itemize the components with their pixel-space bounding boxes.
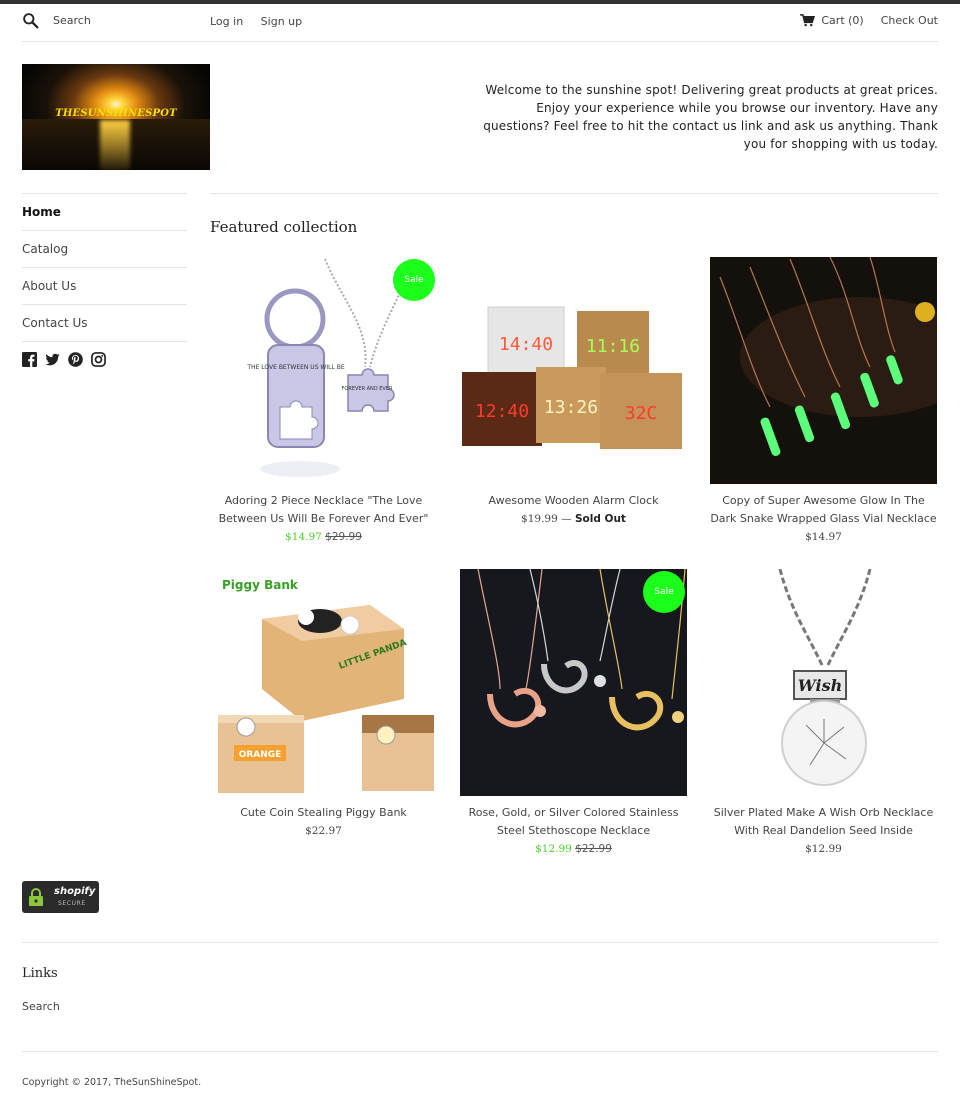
sidebar-item-home[interactable]: Home: [22, 194, 187, 231]
search-icon[interactable]: [22, 12, 39, 29]
footer-search-link[interactable]: Search: [22, 1000, 60, 1013]
product-image[interactable]: THE LOVE BETWEEN US WILL BE FOREVER AND …: [210, 257, 437, 484]
product-image[interactable]: Sale: [460, 569, 687, 796]
compare-price: $29.99: [325, 531, 362, 543]
instagram-icon[interactable]: [91, 352, 106, 367]
product-card[interactable]: THE LOVE BETWEEN US WILL BE FOREVER AND …: [210, 257, 437, 546]
lock-icon: [29, 888, 43, 906]
sidebar-nav: Home Catalog About Us Contact Us: [22, 193, 187, 342]
puzzle-engraving: FOREVER AND EVER: [342, 386, 393, 392]
product-card[interactable]: Sale Rose, Gold, or Silver Colored Stain…: [460, 569, 687, 858]
svg-text:Piggy Bank: Piggy Bank: [222, 578, 299, 592]
checkout-link[interactable]: Check Out: [881, 14, 938, 27]
sale-price: $12.99: [535, 843, 572, 855]
wooden-clock-image: 14:40 11:16 12:40 13:26 32C: [462, 306, 682, 449]
footer-divider: [22, 1051, 938, 1052]
pinterest-icon[interactable]: [68, 352, 83, 367]
sale-price: $14.97: [285, 531, 322, 543]
logo-sun-reflection: [100, 120, 130, 170]
product-price: $19.99 — Sold Out: [460, 510, 687, 528]
sale-badge: Sale: [393, 259, 435, 301]
facebook-icon[interactable]: [22, 352, 37, 367]
sold-out-label: Sold Out: [574, 513, 626, 525]
featured-collection-title: Featured collection: [210, 218, 358, 236]
content-divider: [210, 193, 938, 194]
search-form: [22, 12, 183, 29]
sale-badge: Sale: [643, 571, 685, 613]
piggy-bank-image: Piggy Bank LITTLE PANDA ORANGE: [218, 578, 434, 793]
sidebar-item-catalog[interactable]: Catalog: [22, 231, 187, 268]
shopify-brand: shopify: [54, 886, 96, 897]
product-title[interactable]: Adoring 2 Piece Necklace "The Love Betwe…: [210, 492, 437, 528]
price-separator: —: [561, 513, 572, 525]
copyright: Copyright © 2017, TheSunShineSpot.: [22, 1077, 202, 1088]
twitter-icon[interactable]: [45, 352, 60, 367]
product-price: $14.97: [710, 528, 937, 546]
product-card[interactable]: Wish Silver Plated Make A Wish Orb Neckl…: [710, 569, 937, 858]
product-title[interactable]: Silver Plated Make A Wish Orb Necklace W…: [710, 804, 937, 840]
login-link[interactable]: Log in: [210, 15, 243, 28]
regular-price: $12.99: [805, 843, 842, 855]
sidebar-item-contact-us[interactable]: Contact Us: [22, 305, 187, 342]
product-card[interactable]: 14:40 11:16 12:40 13:26 32C Awesome Wood…: [460, 257, 687, 528]
cart-icon: [800, 14, 816, 27]
regular-price: $22.97: [305, 825, 342, 837]
svg-text:32C: 32C: [625, 403, 658, 424]
cart-label: Cart (0): [821, 14, 864, 27]
svg-text:Wish: Wish: [798, 676, 842, 695]
svg-text:ORANGE: ORANGE: [239, 750, 282, 760]
product-image[interactable]: Piggy Bank LITTLE PANDA ORANGE: [210, 569, 437, 796]
glow-vial-image: [710, 257, 937, 484]
product-title[interactable]: Awesome Wooden Alarm Clock: [460, 492, 687, 510]
secure-label: SECURE: [58, 900, 86, 907]
product-price: $22.97: [210, 822, 437, 840]
regular-price: $14.97: [805, 531, 842, 543]
svg-text:13:26: 13:26: [544, 397, 598, 418]
keychain-engraving: THE LOVE BETWEEN US WILL BE: [246, 364, 344, 371]
compare-price: $22.99: [575, 843, 612, 855]
store-logo[interactable]: THESUNSHINESPOT: [22, 64, 210, 170]
product-title[interactable]: Rose, Gold, or Silver Colored Stainless …: [460, 804, 687, 840]
site-header: Log in Sign up Cart (0) Check Out: [22, 4, 938, 42]
product-card[interactable]: Copy of Super Awesome Glow In The Dark S…: [710, 257, 937, 546]
product-price: $14.97 $29.99: [210, 528, 437, 546]
product-image[interactable]: Wish: [710, 569, 937, 796]
account-links: Log in Sign up: [210, 15, 316, 28]
product-card[interactable]: Piggy Bank LITTLE PANDA ORANGE Cute Coin…: [210, 569, 437, 840]
cart-area: Cart (0) Check Out: [800, 14, 938, 27]
wish-orb-image: Wish: [778, 569, 872, 786]
product-title[interactable]: Cute Coin Stealing Piggy Bank: [210, 804, 437, 822]
cart-link[interactable]: Cart (0): [800, 14, 864, 27]
sidebar-item-about-us[interactable]: About Us: [22, 268, 187, 305]
product-image[interactable]: [710, 257, 937, 484]
svg-text:11:16: 11:16: [586, 336, 640, 357]
product-title[interactable]: Copy of Super Awesome Glow In The Dark S…: [710, 492, 937, 528]
product-price: $12.99: [710, 840, 937, 858]
social-links: [22, 352, 106, 367]
svg-text:12:40: 12:40: [475, 401, 529, 422]
footer-links-title: Links: [22, 966, 58, 981]
footer-divider: [22, 942, 938, 943]
welcome-message: Welcome to the sunshine spot! Delivering…: [483, 83, 938, 151]
product-image[interactable]: 14:40 11:16 12:40 13:26 32C: [460, 257, 687, 484]
signup-link[interactable]: Sign up: [261, 15, 302, 28]
logo-text: THESUNSHINESPOT: [55, 108, 177, 119]
search-input[interactable]: [53, 14, 183, 27]
product-price: $12.99 $22.99: [460, 840, 687, 858]
regular-price: $19.99: [521, 513, 558, 525]
shopify-secure-badge[interactable]: shopify SECURE: [22, 881, 99, 913]
svg-text:14:40: 14:40: [499, 334, 553, 355]
